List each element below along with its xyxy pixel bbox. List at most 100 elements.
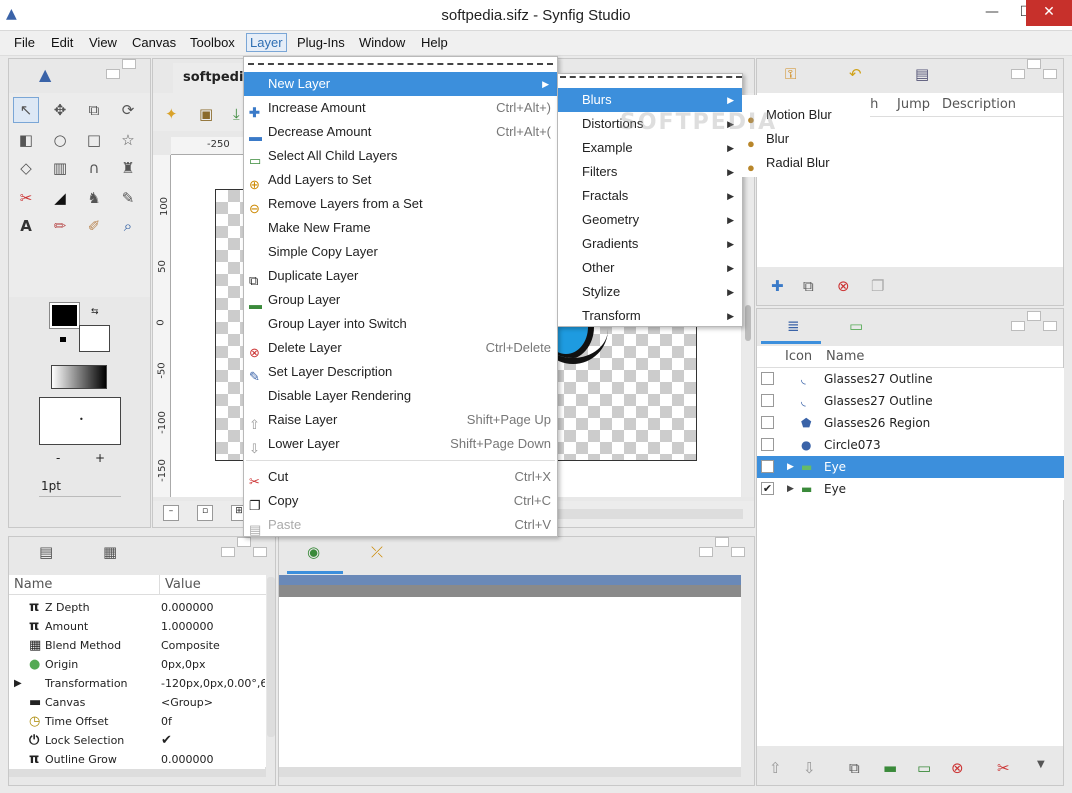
minimize-button[interactable]: — [975, 0, 1009, 26]
menu-add-layers-to-set[interactable]: ⊕ Add Layers to Set [244, 168, 557, 192]
decrease-width-button[interactable]: - [56, 451, 60, 465]
panel-grip[interactable] [106, 69, 120, 79]
param-row[interactable]: ▶ Transformation -120px,0px,0.00°,60 [9, 674, 265, 693]
transform-tool-icon[interactable]: ↖ [13, 97, 39, 123]
panel-grip[interactable] [1027, 311, 1041, 321]
rectangle-tool-icon[interactable]: □ [81, 127, 107, 153]
expand-arrow-icon[interactable]: ▶ [787, 478, 794, 500]
param-row[interactable]: ● Origin 0px,0px [9, 655, 265, 674]
bone-tool-icon[interactable]: ♞ [81, 185, 107, 211]
timetrack-hscroll[interactable] [279, 767, 741, 777]
copy-icon[interactable]: ❐ [871, 277, 884, 295]
raise-layer-icon[interactable]: ⇧ [769, 759, 782, 777]
delete-icon[interactable]: ⊗ [837, 277, 850, 295]
params-vscroll[interactable] [267, 577, 275, 737]
star-tool-icon[interactable]: ☆ [115, 127, 141, 153]
key-icon[interactable]: ⚿ [785, 65, 796, 83]
add-icon[interactable]: ✚ [771, 277, 784, 295]
canvas-browser-icon[interactable]: ▤ [915, 65, 929, 83]
params-tab-icon[interactable]: ▤ [39, 543, 53, 561]
zoom-fit-icon[interactable]: ▫ [197, 505, 213, 521]
column-header[interactable]: Name [826, 346, 864, 368]
timetrack-tab-icon[interactable]: ◉ [307, 543, 320, 561]
smooth-move-tool-icon[interactable]: ✥ [47, 97, 73, 123]
polygon-tool-icon[interactable]: ◇ [13, 155, 39, 181]
zoom-out-icon[interactable]: – [163, 505, 179, 521]
panel-grip[interactable] [237, 537, 251, 547]
menu-copy[interactable]: ❐ Copy Ctrl+C [244, 489, 557, 513]
swap-colors-icon[interactable]: ⇆ [91, 307, 99, 317]
param-value[interactable]: <Group> [161, 693, 265, 712]
column-header[interactable]: Jump [897, 93, 930, 117]
column-header[interactable]: Name [14, 575, 52, 595]
layer-toggle-checkbox[interactable] [761, 394, 774, 407]
rotate-tool-icon[interactable]: ⟳ [115, 97, 141, 123]
save-file-icon[interactable]: ⤓ [233, 105, 240, 123]
canvas-vscroll[interactable] [742, 155, 754, 497]
fill-tool-icon[interactable]: ♜ [115, 155, 141, 181]
param-row[interactable]: ▬ Canvas <Group> [9, 693, 265, 712]
cut-layer-icon[interactable]: ✂ [997, 759, 1010, 777]
panel-grip[interactable] [253, 547, 267, 557]
menu-gradients[interactable]: Gradients ▶ [558, 232, 742, 256]
width-field[interactable]: 1pt [39, 475, 121, 497]
layer-row[interactable]: ⬟ Glasses26 Region [757, 412, 1064, 434]
menu-raise-layer[interactable]: ⇧ Raise Layer Shift+Page Up [244, 408, 557, 432]
layer-toggle-checkbox[interactable]: ✔ [761, 460, 774, 473]
param-value[interactable]: 0f [161, 712, 265, 731]
gradient-tool-icon[interactable]: ▥ [47, 155, 73, 181]
scale-tool-icon[interactable]: ⧉ [81, 97, 107, 123]
panel-grip[interactable] [221, 547, 235, 557]
param-value[interactable]: 1.000000 [161, 617, 265, 636]
layer-toggle-checkbox[interactable] [761, 416, 774, 429]
spline-tool-icon[interactable]: ∩ [81, 155, 107, 181]
menu-stylize[interactable]: Stylize ▶ [558, 280, 742, 304]
menu-disable-layer-rendering[interactable]: Disable Layer Rendering [244, 384, 557, 408]
outline-color-swatch[interactable] [49, 302, 80, 329]
column-header[interactable]: Value [159, 575, 201, 595]
circle-tool-icon[interactable]: ○ [47, 127, 73, 153]
menu-help[interactable]: Help [421, 35, 448, 50]
panel-grip[interactable] [1011, 321, 1025, 331]
menu-radial-blur[interactable]: ● Radial Blur [742, 151, 870, 175]
menu-filters[interactable]: Filters ▶ [558, 160, 742, 184]
increase-width-button[interactable]: + [95, 451, 105, 465]
column-header[interactable]: Description [942, 93, 1016, 117]
menu-make-new-frame[interactable]: Make New Frame [244, 216, 557, 240]
lower-layer-icon[interactable]: ⇩ [803, 759, 816, 777]
tearoff-line[interactable] [248, 63, 553, 65]
menu-delete-layer[interactable]: ⊗ Delete Layer Ctrl+Delete [244, 336, 557, 360]
menu-layer[interactable]: Layer [246, 33, 287, 52]
menu-group-layer-into-switch[interactable]: Group Layer into Switch [244, 312, 557, 336]
gradient-swatch[interactable] [51, 365, 107, 389]
layer-row[interactable]: ◟ Glasses27 Outline [757, 368, 1064, 390]
menu-geometry[interactable]: Geometry ▶ [558, 208, 742, 232]
param-value[interactable]: 0.000000 [161, 750, 265, 769]
more-options-icon[interactable]: ▼ [1037, 759, 1045, 770]
encapsulate-switch-icon[interactable]: ▭ [917, 759, 931, 777]
fill-color-swatch[interactable] [79, 325, 110, 352]
cutout-tool-icon[interactable]: ✂ [13, 185, 39, 211]
timetrack-area[interactable] [279, 575, 741, 767]
menu-duplicate-layer[interactable]: ⧉ Duplicate Layer [244, 264, 557, 288]
panel-grip[interactable] [731, 547, 745, 557]
param-row[interactable]: ⏻ Lock Selection ✔ [9, 731, 265, 750]
menu-view[interactable]: View [89, 35, 117, 50]
expand-arrow-icon[interactable]: ▶ [787, 456, 794, 478]
param-value[interactable]: -120px,0px,0.00°,60 [161, 674, 265, 693]
panel-grip[interactable] [1027, 59, 1041, 69]
menu-example[interactable]: Example ▶ [558, 136, 742, 160]
close-button[interactable]: ✕ [1026, 0, 1072, 26]
layers-tab-icon[interactable]: ≣ [787, 317, 800, 335]
keyframes-tab-icon[interactable]: ▦ [103, 543, 117, 561]
column-header[interactable]: Icon [785, 346, 812, 368]
lock-selection-checkbox[interactable]: ✔ [161, 731, 265, 750]
duplicate-icon[interactable]: ⧉ [803, 277, 814, 295]
panel-grip[interactable] [1043, 69, 1057, 79]
menu-toolbox[interactable]: Toolbox [190, 35, 235, 50]
reset-colors-icon[interactable] [60, 337, 66, 342]
width-tool-icon[interactable]: ◢ [47, 185, 73, 211]
text-tool-icon[interactable]: A [13, 213, 39, 239]
menu-lower-layer[interactable]: ⇩ Lower Layer Shift+Page Down [244, 432, 557, 456]
panel-grip[interactable] [1043, 321, 1057, 331]
